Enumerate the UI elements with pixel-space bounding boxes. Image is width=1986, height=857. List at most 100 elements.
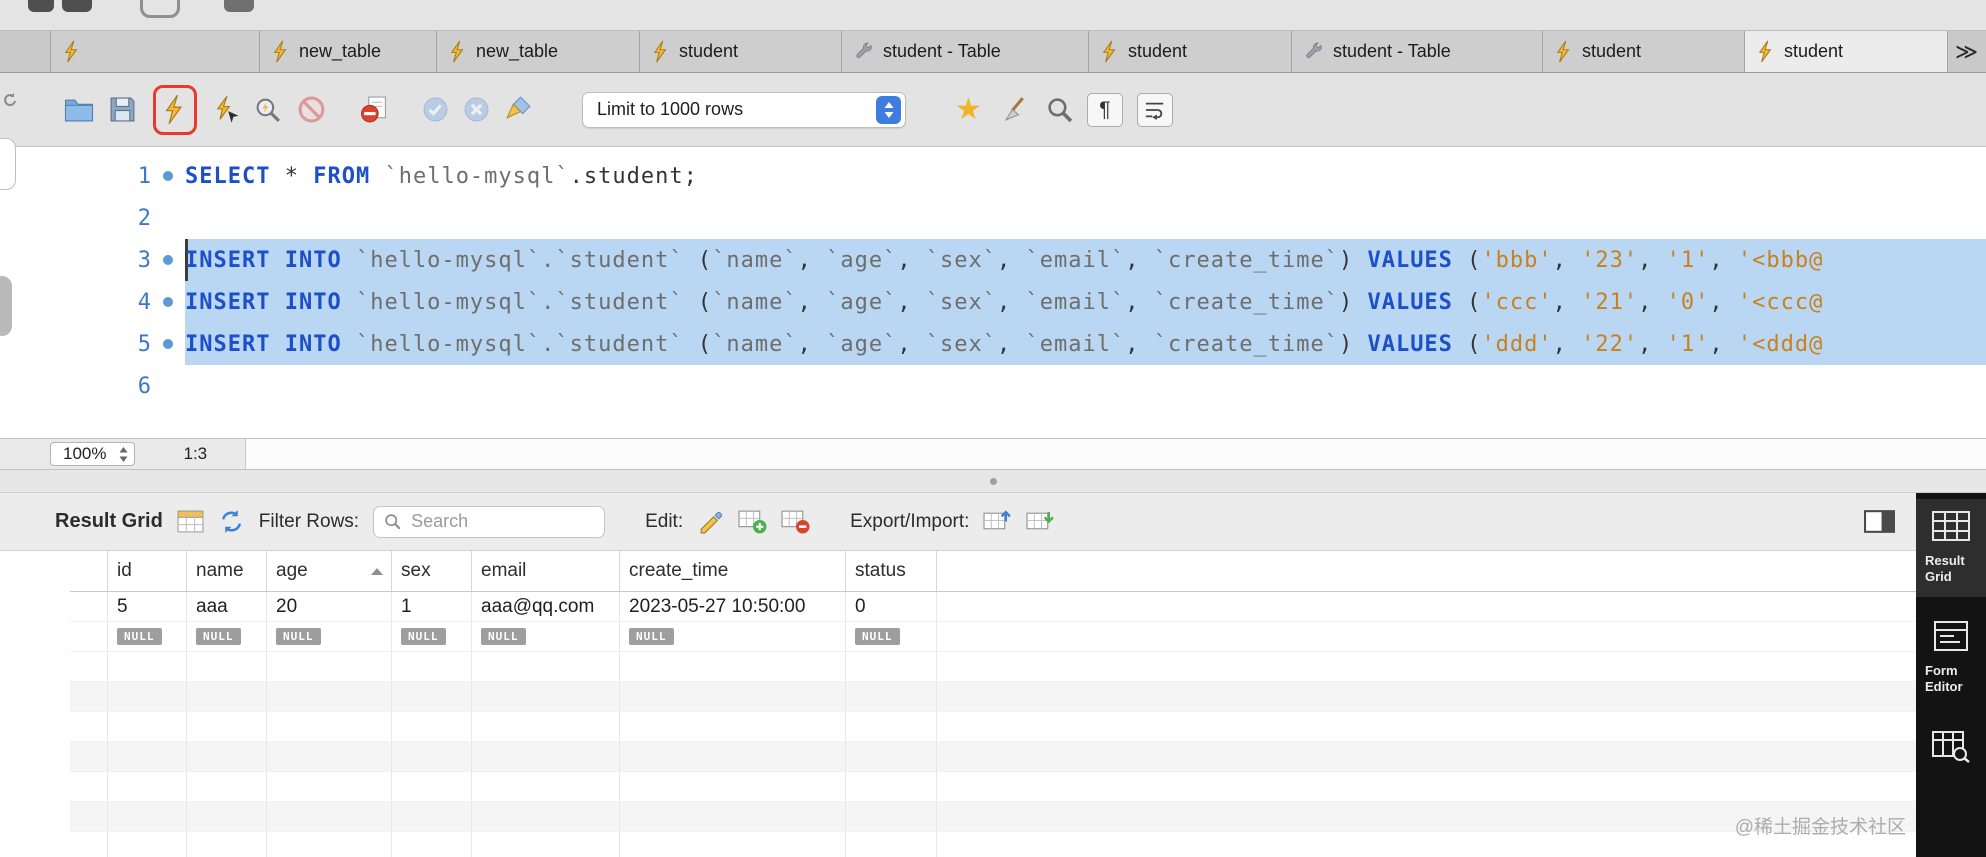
empty-cell[interactable] bbox=[472, 742, 620, 771]
empty-cell[interactable] bbox=[846, 832, 937, 857]
empty-cell[interactable] bbox=[620, 652, 846, 681]
empty-cell[interactable] bbox=[846, 772, 937, 801]
sidebar-item-form-editor[interactable]: Form Editor bbox=[1916, 609, 1986, 707]
toggle-sidebar-panel-button[interactable] bbox=[1864, 502, 1895, 542]
cell-name[interactable]: NULL bbox=[187, 622, 267, 651]
empty-cell[interactable] bbox=[187, 712, 267, 741]
commit-button[interactable] bbox=[422, 90, 449, 130]
empty-cell[interactable] bbox=[472, 772, 620, 801]
execute-current-statement-button[interactable] bbox=[214, 90, 240, 130]
tab-student-7[interactable]: student bbox=[1543, 31, 1745, 72]
toggle-invisible-chars-button[interactable]: ¶ bbox=[1086, 92, 1123, 127]
code-line[interactable]: INSERT INTO `hello-mysql`.`student` (`na… bbox=[185, 323, 1986, 365]
cell-status[interactable]: NULL bbox=[846, 622, 937, 651]
cell-sex[interactable]: 1 bbox=[392, 592, 472, 621]
empty-cell[interactable] bbox=[392, 682, 472, 711]
empty-cell[interactable] bbox=[108, 772, 187, 801]
row-selector[interactable] bbox=[70, 682, 108, 711]
row-selector[interactable] bbox=[70, 802, 108, 831]
save-button[interactable] bbox=[109, 90, 136, 130]
empty-cell[interactable] bbox=[620, 712, 846, 741]
tab-student-8[interactable]: student bbox=[1745, 31, 1948, 72]
empty-cell[interactable] bbox=[267, 832, 392, 857]
empty-cell[interactable] bbox=[472, 832, 620, 857]
code-line[interactable] bbox=[185, 365, 1986, 407]
empty-cell[interactable] bbox=[267, 802, 392, 831]
empty-cell[interactable] bbox=[108, 832, 187, 857]
cell-email[interactable]: aaa@qq.com bbox=[472, 592, 620, 621]
rollback-button[interactable] bbox=[463, 90, 490, 130]
cell-create_time[interactable]: NULL bbox=[620, 622, 846, 651]
beautify-sql-button[interactable] bbox=[504, 90, 533, 130]
search-input[interactable] bbox=[409, 510, 595, 533]
tab-new_table-2[interactable]: new_table bbox=[437, 31, 640, 72]
column-header-email[interactable]: email bbox=[472, 551, 620, 591]
empty-cell[interactable] bbox=[620, 772, 846, 801]
refresh-button[interactable] bbox=[218, 502, 245, 542]
empty-cell[interactable] bbox=[267, 682, 392, 711]
empty-cell[interactable] bbox=[392, 652, 472, 681]
tab-student-5[interactable]: student bbox=[1089, 31, 1292, 72]
empty-cell[interactable] bbox=[620, 742, 846, 771]
column-header-status[interactable]: status bbox=[846, 551, 937, 591]
row-selector[interactable] bbox=[70, 832, 108, 857]
cell-status[interactable]: 0 bbox=[846, 592, 937, 621]
tab-overflow-chevron-icon[interactable]: ≫ bbox=[1955, 31, 1978, 73]
open-file-button[interactable] bbox=[63, 90, 95, 130]
empty-cell[interactable] bbox=[108, 682, 187, 711]
horizontal-scrollbar[interactable] bbox=[245, 439, 1986, 469]
empty-cell[interactable] bbox=[392, 772, 472, 801]
clean-editor-button[interactable] bbox=[1003, 90, 1032, 130]
empty-cell[interactable] bbox=[472, 652, 620, 681]
sidebar-item-result-grid[interactable]: Result Grid bbox=[1916, 499, 1986, 597]
empty-cell[interactable] bbox=[187, 652, 267, 681]
tab-query-0[interactable] bbox=[50, 31, 260, 72]
cell-sex[interactable]: NULL bbox=[392, 622, 472, 651]
row-selector[interactable] bbox=[70, 652, 108, 681]
tab-student---table-6[interactable]: student - Table bbox=[1292, 31, 1543, 72]
import-button[interactable] bbox=[1026, 502, 1055, 542]
sql-editor[interactable]: 1 SELECT * FROM `hello-mysql` .student; 2 3 I… bbox=[0, 147, 1986, 438]
column-header-name[interactable]: name bbox=[187, 551, 267, 591]
empty-cell[interactable] bbox=[472, 802, 620, 831]
left-strip-pill-light[interactable] bbox=[0, 138, 16, 190]
empty-cell[interactable] bbox=[108, 652, 187, 681]
edit-record-button[interactable] bbox=[697, 502, 724, 542]
empty-cell[interactable] bbox=[846, 652, 937, 681]
tab-new_table-1[interactable]: new_table bbox=[260, 31, 437, 72]
empty-cell[interactable] bbox=[108, 712, 187, 741]
cell-email[interactable]: NULL bbox=[472, 622, 620, 651]
code-line[interactable]: INSERT INTO `hello-mysql`.`student` (`na… bbox=[185, 281, 1986, 323]
empty-cell[interactable] bbox=[187, 772, 267, 801]
row-selector[interactable] bbox=[70, 622, 108, 651]
empty-cell[interactable] bbox=[846, 742, 937, 771]
row-selector[interactable] bbox=[70, 772, 108, 801]
empty-cell[interactable] bbox=[620, 802, 846, 831]
empty-cell[interactable] bbox=[846, 712, 937, 741]
code-line[interactable] bbox=[185, 197, 1986, 239]
empty-cell[interactable] bbox=[267, 712, 392, 741]
empty-cell[interactable] bbox=[108, 742, 187, 771]
empty-cell[interactable] bbox=[472, 712, 620, 741]
cell-age[interactable]: NULL bbox=[267, 622, 392, 651]
delete-row-button[interactable] bbox=[781, 502, 810, 542]
cell-name[interactable]: aaa bbox=[187, 592, 267, 621]
empty-cell[interactable] bbox=[392, 712, 472, 741]
sidebar-item-extra[interactable] bbox=[1916, 719, 1986, 803]
grid-view-button[interactable] bbox=[177, 502, 204, 542]
empty-cell[interactable] bbox=[392, 802, 472, 831]
empty-cell[interactable] bbox=[108, 802, 187, 831]
insert-row-button[interactable] bbox=[738, 502, 767, 542]
left-strip-arrow-icon[interactable] bbox=[2, 92, 18, 113]
limit-rows-dropdown[interactable]: Limit to 1000 rows bbox=[582, 91, 906, 128]
filter-search-box[interactable] bbox=[373, 505, 606, 538]
empty-cell[interactable] bbox=[392, 742, 472, 771]
column-header-sex[interactable]: sex bbox=[392, 551, 472, 591]
zoom-control[interactable]: 100% bbox=[50, 442, 136, 466]
column-header-id[interactable]: id bbox=[108, 551, 187, 591]
empty-cell[interactable] bbox=[392, 832, 472, 857]
empty-cell[interactable] bbox=[620, 682, 846, 711]
column-header-create_time[interactable]: create_time bbox=[620, 551, 846, 591]
empty-cell[interactable] bbox=[187, 682, 267, 711]
toggle-word-wrap-button[interactable] bbox=[1136, 92, 1173, 127]
